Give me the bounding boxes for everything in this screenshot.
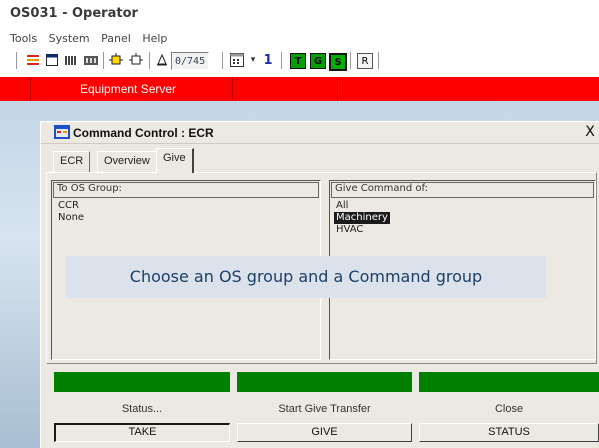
toolbar-separator	[281, 52, 282, 69]
toolbar-separator	[149, 52, 150, 69]
g-toggle-button[interactable]: G	[310, 53, 326, 69]
menu-panel[interactable]: Panel	[101, 32, 131, 45]
toolbar-separator	[103, 52, 104, 69]
page-number-one[interactable]: 1	[260, 49, 276, 71]
columns-icon[interactable]	[62, 49, 80, 71]
os-group-item-ccr[interactable]: CCR	[56, 200, 81, 212]
bell-icon[interactable]	[154, 49, 170, 71]
close-icon[interactable]: X	[582, 124, 598, 140]
command-item-hvac[interactable]: HVAC	[334, 224, 365, 236]
command-item-all[interactable]: All	[334, 200, 350, 212]
status-indicator-take	[54, 372, 230, 392]
t-toggle-button[interactable]: T	[290, 53, 306, 69]
window-title: OS031 - Operator	[10, 6, 138, 21]
bar-divider	[30, 77, 31, 101]
tab-ecr[interactable]: ECR	[53, 151, 91, 172]
menu-bar: Tools System Panel Help	[10, 32, 175, 45]
close-label: Close	[494, 403, 524, 415]
toolbar-separator	[16, 52, 17, 69]
toolbar-separator	[350, 52, 351, 69]
menu-help[interactable]: Help	[142, 32, 167, 45]
s-toggle-button[interactable]: S	[329, 53, 347, 71]
equipment-server-bar: Equipment Server	[0, 77, 599, 101]
alarm-list-icon[interactable]	[24, 49, 42, 71]
take-button[interactable]: TAKE	[54, 423, 230, 442]
status-button[interactable]: STATUS	[419, 423, 599, 442]
toolbar-separator	[378, 52, 379, 69]
dropdown-arrow-icon[interactable]: ▾	[248, 49, 258, 71]
tab-label: Give	[163, 152, 186, 164]
status-label: Status...	[121, 403, 163, 415]
valve-closed-icon[interactable]	[127, 49, 145, 71]
tab-overview[interactable]: Overview	[97, 151, 157, 172]
give-button[interactable]: GIVE	[237, 423, 412, 442]
r-toggle-button[interactable]: R	[357, 53, 373, 69]
alarm-counter: 0/745	[171, 52, 210, 70]
give-command-header: Give Command of:	[331, 182, 594, 198]
panel-icon[interactable]	[81, 49, 101, 71]
status-indicator-give	[237, 372, 412, 392]
tab-label: ECR	[60, 155, 84, 167]
tab-label: Overview	[104, 155, 150, 167]
window-icon[interactable]	[43, 49, 61, 71]
status-indicator-status	[419, 372, 599, 392]
command-item-machinery[interactable]: Machinery	[334, 212, 390, 224]
os-group-item-none[interactable]: None	[56, 212, 86, 224]
bar-divider	[337, 77, 338, 101]
dialog-title-bar[interactable]: Command Control : ECR X	[41, 122, 599, 144]
toolbar: 0/745 ▾ 1 T G S R	[10, 49, 599, 73]
menu-tools[interactable]: Tools	[10, 32, 37, 45]
tab-give[interactable]: Give	[156, 148, 194, 173]
start-give-transfer-label: Start Give Transfer	[278, 403, 371, 415]
dialog-title: Command Control : ECR	[73, 126, 214, 140]
instruction-callout: Choose an OS group and a Command group	[66, 256, 546, 298]
toolbar-separator	[222, 52, 223, 69]
menu-system[interactable]: System	[49, 32, 90, 45]
app-window-icon	[54, 125, 70, 139]
bar-divider	[232, 77, 233, 101]
calendar-icon[interactable]	[227, 49, 247, 71]
equipment-server-label: Equipment Server	[80, 82, 177, 96]
valve-open-icon[interactable]	[107, 49, 125, 71]
to-os-group-header: To OS Group:	[53, 182, 319, 198]
